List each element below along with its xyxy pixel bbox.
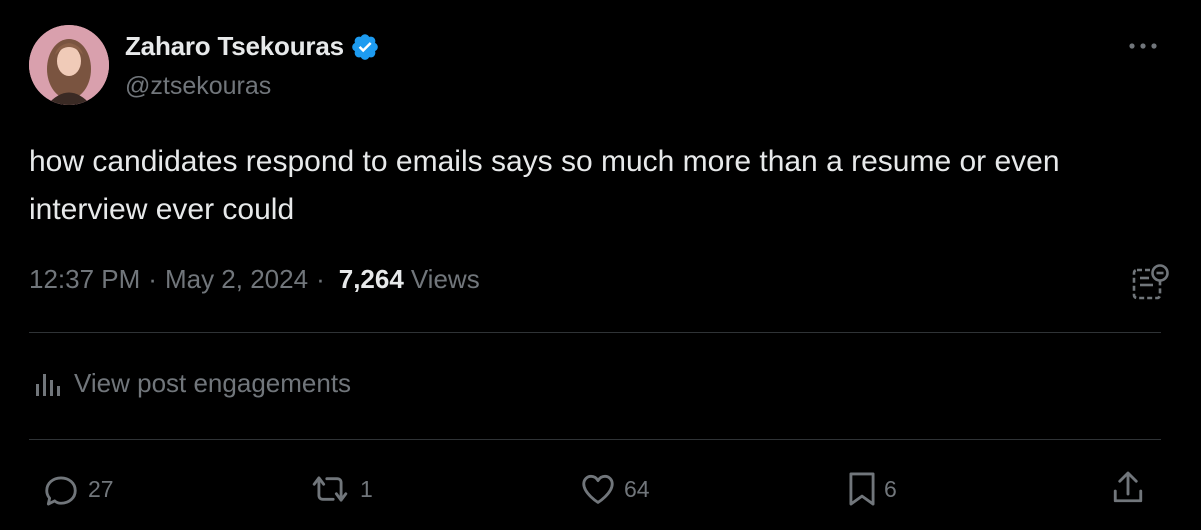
meta-separator: · <box>316 264 325 294</box>
bookmark-button[interactable]: 6 <box>846 470 897 508</box>
post-action-bar: 27 1 64 6 <box>0 466 1201 510</box>
heart-icon <box>582 474 614 504</box>
views-label: Views <box>410 264 480 294</box>
analytics-bars-icon <box>36 373 60 396</box>
verified-badge-icon[interactable] <box>350 32 380 62</box>
grok-analyze-icon[interactable] <box>1131 262 1171 302</box>
repost-icon <box>312 476 348 502</box>
post-meta: 12:37 PM · May 2, 2024 · 7,264 Views <box>29 264 480 295</box>
meta-separator: · <box>148 264 157 294</box>
repost-button[interactable]: 1 <box>306 470 373 508</box>
share-icon <box>1113 471 1143 503</box>
repost-count: 1 <box>360 475 373 502</box>
views-count: 7,264 <box>338 264 404 294</box>
avatar[interactable] <box>29 25 109 105</box>
share-button[interactable] <box>1110 468 1146 508</box>
divider <box>29 332 1161 333</box>
bookmark-count: 6 <box>884 475 897 502</box>
like-count: 64 <box>624 475 650 502</box>
more-options-button[interactable] <box>1125 28 1161 64</box>
post-text: how candidates respond to emails says so… <box>29 145 1060 226</box>
view-engagements-link[interactable]: View post engagements <box>34 368 351 399</box>
more-dots-icon <box>1129 43 1157 49</box>
post-time[interactable]: 12:37 PM <box>29 264 140 295</box>
divider <box>29 439 1161 440</box>
reply-button[interactable]: 27 <box>40 470 114 508</box>
avatar-image <box>29 25 109 105</box>
author-name-row: Zaharo Tsekouras <box>125 30 380 62</box>
view-engagements-label: View post engagements <box>74 368 352 398</box>
author-handle[interactable]: @ztsekouras <box>125 72 271 101</box>
author-name[interactable]: Zaharo Tsekouras <box>125 31 344 62</box>
reply-icon <box>45 476 77 506</box>
like-button[interactable]: 64 <box>578 470 650 508</box>
bookmark-icon <box>849 472 875 506</box>
post-date[interactable]: May 2, 2024 <box>165 264 308 295</box>
reply-count: 27 <box>88 475 114 502</box>
